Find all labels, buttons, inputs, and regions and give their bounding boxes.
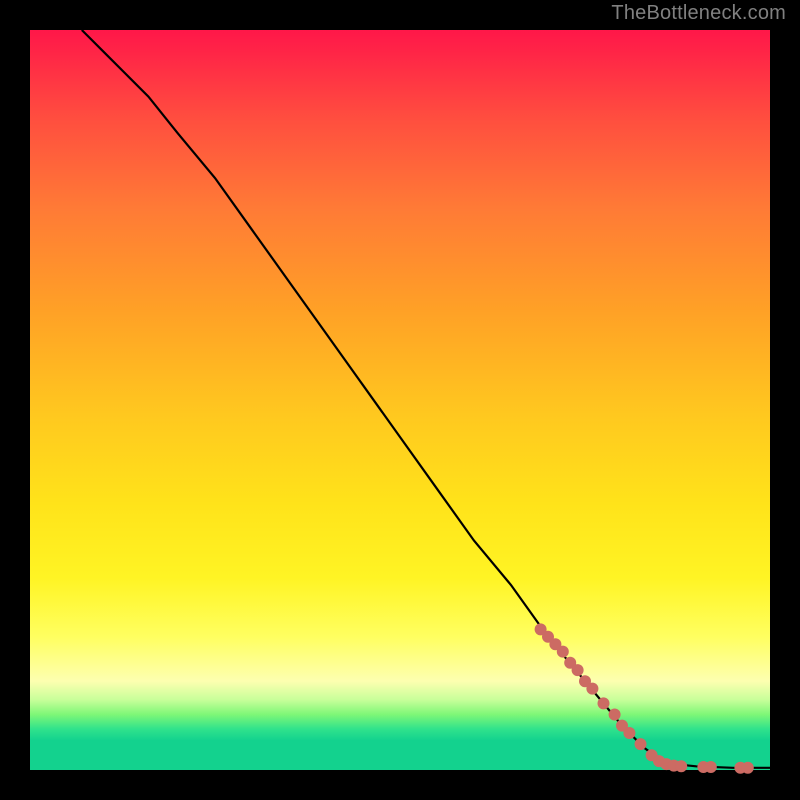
data-point [635,738,647,750]
data-point [572,664,584,676]
data-point [675,760,687,772]
data-point [623,727,635,739]
attribution-text: TheBottleneck.com [611,2,786,25]
data-point [705,761,717,773]
data-point [557,646,569,658]
plot-area [30,30,770,770]
data-point [598,697,610,709]
curve-line [82,30,770,768]
marker-group [535,623,754,773]
chart-frame: TheBottleneck.com [0,0,800,800]
chart-svg [30,30,770,770]
data-point [742,762,754,774]
data-point [586,683,598,695]
data-point [609,709,621,721]
